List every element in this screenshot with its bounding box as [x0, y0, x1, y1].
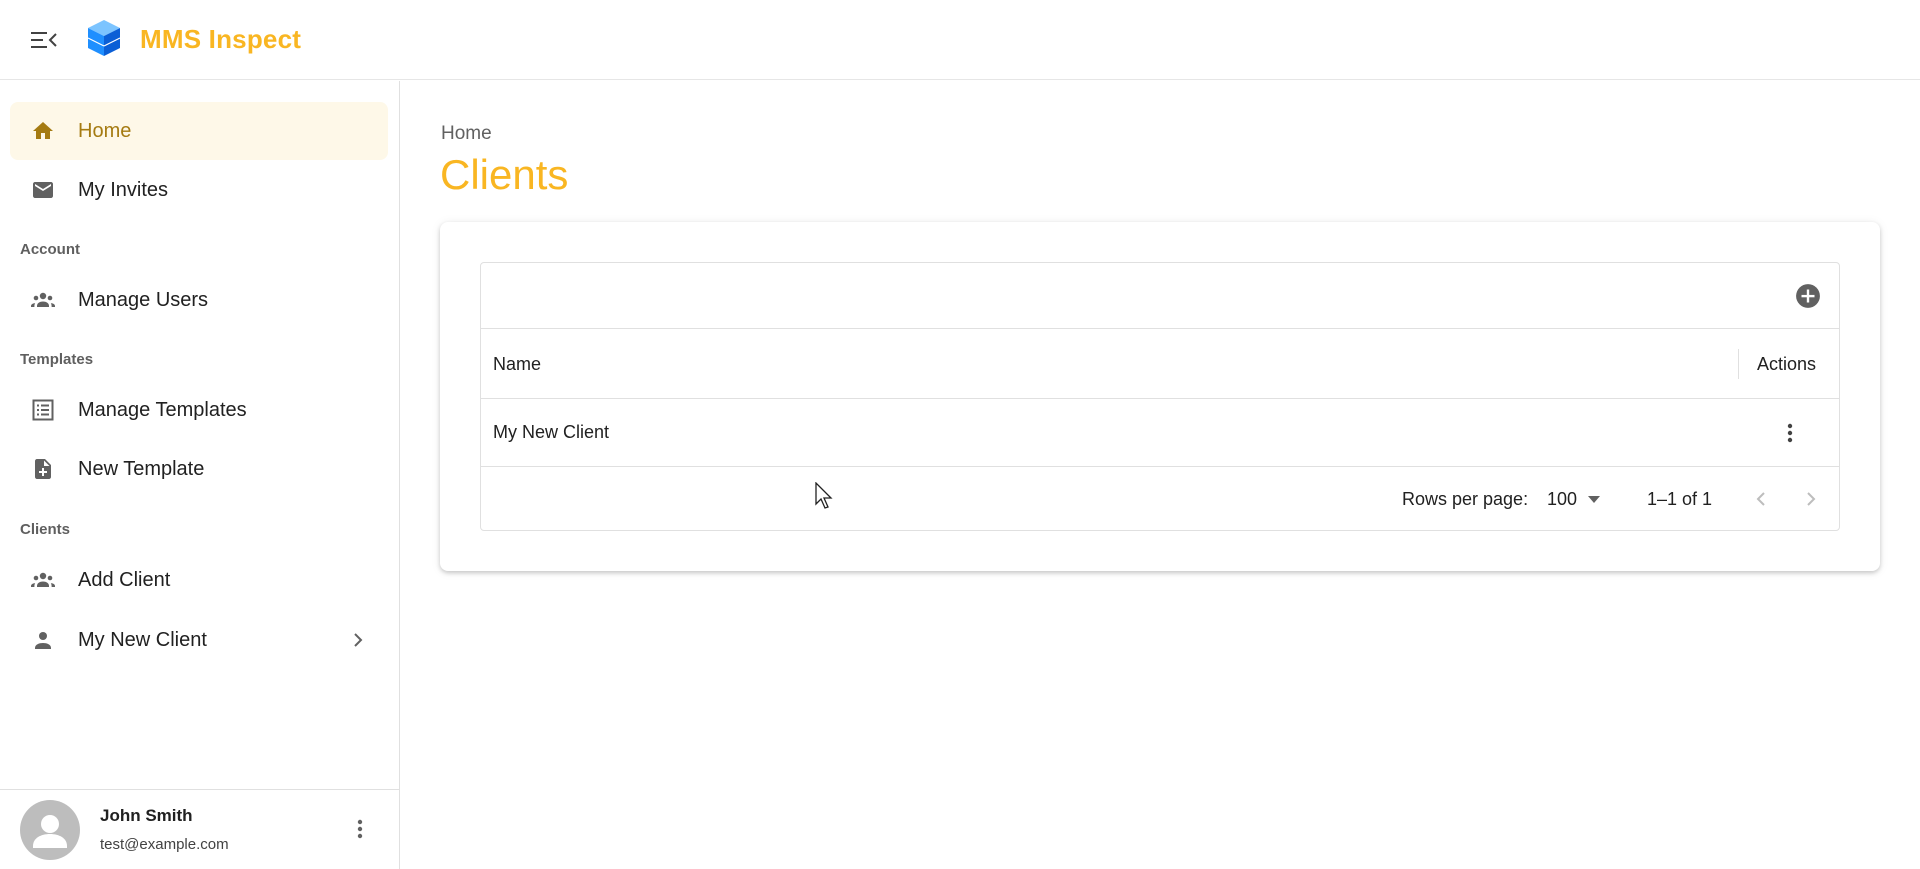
user-email: test@example.com: [100, 836, 229, 853]
add-circle-icon[interactable]: [1795, 283, 1821, 309]
mouse-cursor-icon: [815, 482, 833, 509]
table-row[interactable]: My New Client: [481, 399, 1839, 467]
column-separator[interactable]: [1738, 349, 1739, 379]
home-icon: [33, 122, 53, 139]
cell-client-name[interactable]: My New Client: [493, 422, 609, 443]
column-header-actions: Actions: [1757, 354, 1817, 374]
sidebar-item-home[interactable]: Home: [10, 102, 388, 160]
row-actions-button[interactable]: [1776, 419, 1804, 447]
app-bar: MMS Inspect: [0, 0, 1920, 80]
list-alt-icon: [32, 399, 54, 421]
main-content: Home Clients Name Actions My New Client: [401, 81, 1920, 869]
sidebar-item-label: Add Client: [78, 568, 171, 591]
sidebar-item-my-new-client[interactable]: My New Client: [10, 611, 388, 669]
sidebar-item-label: Manage Templates: [78, 398, 247, 421]
page-title: Clients: [440, 151, 569, 198]
sidebar-item-label: Manage Users: [78, 288, 209, 311]
table-toolbar: [481, 263, 1839, 329]
rows-per-page-select[interactable]: 100: [1547, 485, 1607, 513]
menu-open-icon: [31, 32, 57, 48]
user-name: John Smith: [100, 806, 193, 825]
user-profile: John Smith test@example.com: [0, 789, 400, 869]
section-label-account: Account: [20, 241, 80, 258]
more-vert-icon: [357, 819, 363, 839]
sidebar-item-add-client[interactable]: Add Client: [10, 551, 388, 609]
table-header: Name Actions: [481, 329, 1839, 399]
sidebar-item-manage-templates[interactable]: Manage Templates: [10, 381, 388, 439]
mail-icon: [33, 182, 53, 198]
sidebar-item-label: New Template: [78, 457, 205, 480]
app-logo-icon: [87, 20, 121, 56]
user-menu-button[interactable]: [348, 814, 372, 844]
rows-per-page-label: Rows per page:: [1402, 489, 1529, 509]
section-label-clients: Clients: [20, 521, 71, 538]
person-icon: [33, 815, 67, 848]
group-icon: [31, 572, 55, 587]
chevron-right-icon[interactable]: [346, 628, 370, 652]
sidebar-item-new-template[interactable]: New Template: [10, 440, 388, 498]
more-vert-icon: [1787, 423, 1793, 443]
clients-card: Name Actions My New Client Rows per page…: [440, 222, 1880, 571]
person-icon: [35, 632, 51, 649]
clients-table: Name Actions My New Client Rows per page…: [480, 262, 1840, 531]
rows-per-page-value: 100: [1547, 489, 1578, 509]
page-info: 1–1 of 1: [1647, 489, 1713, 509]
sidebar-item-label: My New Client: [78, 628, 207, 651]
chevron-right-icon[interactable]: [1799, 487, 1823, 511]
sidebar-item-label: Home: [78, 119, 132, 142]
column-header-name[interactable]: Name: [493, 354, 541, 375]
sidebar-item-my-invites[interactable]: My Invites: [10, 161, 388, 219]
chevron-left-icon[interactable]: [1749, 487, 1773, 511]
app-title[interactable]: MMS Inspect: [140, 24, 301, 55]
sidebar-item-label: My Invites: [78, 178, 169, 201]
avatar[interactable]: [20, 800, 80, 860]
arrow-drop-down-icon: [1588, 496, 1600, 503]
group-icon: [31, 292, 55, 307]
section-label-templates: Templates: [20, 351, 94, 368]
sidebar: Home My Invites Account Manage Users Tem…: [0, 81, 400, 869]
sidebar-item-manage-users[interactable]: Manage Users: [10, 271, 388, 329]
breadcrumb[interactable]: Home: [441, 123, 492, 145]
collapse-menu-icon[interactable]: [26, 26, 62, 54]
table-pagination: Rows per page: 100 1–1 of 1: [481, 467, 1839, 531]
note-add-icon: [35, 459, 51, 479]
